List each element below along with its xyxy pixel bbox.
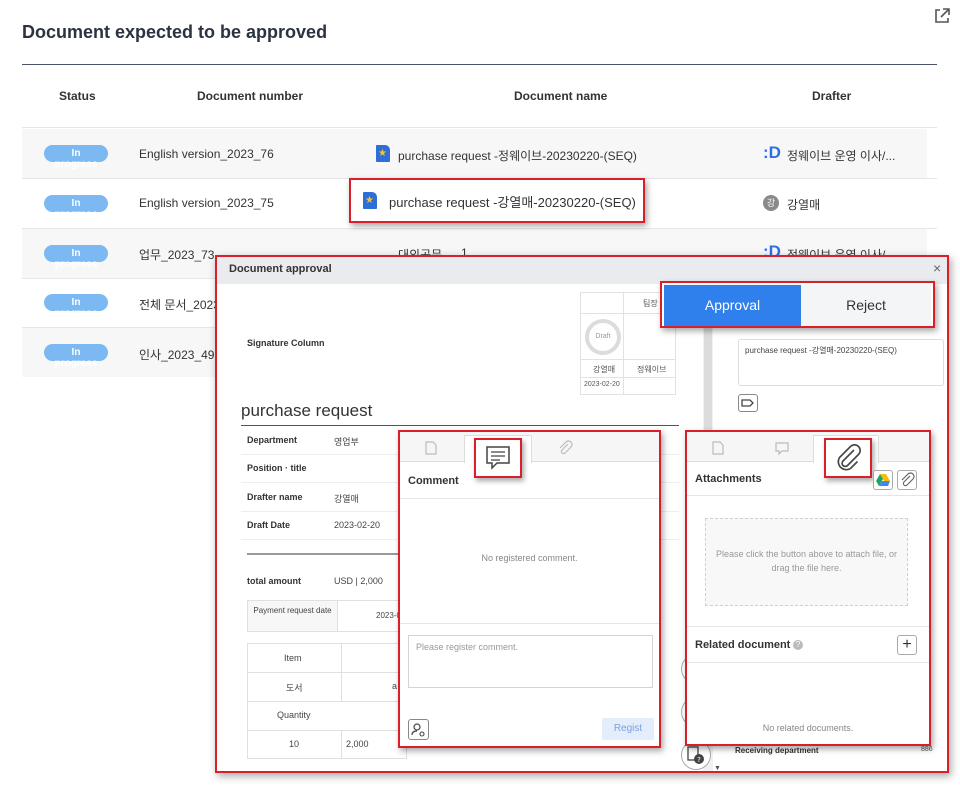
google-drive-button[interactable] [873, 470, 893, 490]
related-document-heading: Related document [695, 639, 791, 651]
document-number: 업무_2023_73 [139, 248, 215, 262]
receiving-department-value: 886 [921, 746, 933, 753]
external-link-icon[interactable] [932, 6, 952, 26]
field-label: Draft Date [247, 520, 291, 530]
status-badge: In progress [44, 294, 108, 319]
quantity-label: Quantity [277, 710, 311, 720]
document-number: English version_2023_75 [139, 196, 274, 210]
modal-title: Document approval [229, 263, 332, 275]
signer-name: 강열매 [593, 365, 616, 374]
comment-heading: Comment [408, 475, 459, 487]
avatar: 강 [763, 195, 779, 211]
field-label: Drafter name [247, 492, 303, 502]
approve-button[interactable]: Approval [664, 285, 801, 326]
status-badge: In progress [44, 245, 108, 270]
item-value: 도서 [286, 683, 303, 693]
status-badge: In progress [44, 195, 108, 220]
document-name-link[interactable]: purchase request -정웨이브-20230220-(SEQ) [398, 147, 637, 164]
comment-icon [486, 446, 510, 470]
document-name-field[interactable]: purchase request -강열매-20230220-(SEQ) [738, 339, 944, 386]
drafter-name: 강열매 [787, 198, 821, 212]
receiving-department-label: Receiving department [735, 746, 819, 755]
payment-date-table: Payment request date 2023-0 [247, 600, 407, 632]
comment-tab-icon[interactable] [773, 439, 791, 457]
close-icon[interactable]: × [933, 260, 941, 276]
help-icon[interactable]: ? [793, 640, 803, 650]
header-divider [22, 64, 937, 65]
field-value: 영업부 [334, 437, 359, 447]
related-empty-message: No related documents. [762, 723, 854, 733]
column-header-name[interactable]: Document name [514, 89, 607, 103]
document-name-link[interactable]: purchase request -강열매-20230220-(SEQ) [389, 192, 636, 211]
attachments-panel: Attachments Please click the button abov… [685, 430, 931, 746]
drafter-logo-icon: :D [763, 143, 781, 162]
header-bottom-line [22, 127, 937, 128]
mention-user-button[interactable] [408, 719, 429, 740]
total-amount-label: total amount [247, 576, 301, 586]
google-drive-icon [876, 474, 890, 486]
page-title: Document expected to be approved [22, 22, 328, 42]
signature-date: 2023-02-20 [584, 381, 620, 388]
svg-text:?: ? [697, 756, 701, 764]
paperclip-icon [837, 444, 861, 471]
attachments-heading: Attachments [695, 473, 762, 485]
comment-empty-message: No registered comment. [481, 553, 578, 563]
signer-name: 정웨이브 [637, 365, 667, 374]
item-value-partial: a [392, 681, 398, 691]
attachment-tab-highlight[interactable] [824, 438, 872, 478]
tag-icon [741, 399, 754, 407]
add-related-document-button[interactable]: + [897, 635, 917, 655]
paperclip-icon [901, 472, 915, 487]
status-badge: In progress [44, 145, 108, 170]
signature-header: 팀장 [643, 299, 658, 308]
payment-date-label: Payment request date [248, 601, 338, 631]
document-title: purchase request [241, 401, 373, 420]
document-icon [363, 192, 377, 209]
status-badge: In progress [44, 344, 108, 369]
reject-button[interactable]: Reject [801, 285, 931, 326]
paperclip-icon[interactable] [556, 439, 574, 457]
quantity-value: 10 [289, 739, 300, 749]
document-tab-icon[interactable] [709, 439, 727, 457]
document-tab-icon[interactable] [422, 439, 440, 457]
price-value: 2,000 [346, 739, 369, 749]
column-header-number[interactable]: Document number [197, 89, 303, 103]
comment-panel: Comment No registered comment. Please re… [398, 430, 661, 748]
field-label: Position · title [247, 463, 307, 473]
document-icon [376, 145, 390, 162]
dropdown-caret-icon[interactable]: ▼ [714, 765, 721, 771]
items-table: Item 도서 a Quantity 10 2,000 [247, 643, 407, 759]
approval-action-group: Approval Reject [660, 281, 935, 328]
item-label: Item [284, 653, 302, 663]
draft-stamp: Draft [585, 319, 621, 355]
highlighted-document-link[interactable]: purchase request -강열매-20230220-(SEQ) [349, 178, 645, 223]
user-mention-icon [411, 723, 425, 737]
column-header-drafter[interactable]: Drafter [812, 89, 851, 103]
comment-tab-highlight[interactable] [474, 438, 522, 478]
field-value: 강열매 [334, 494, 359, 504]
regist-button[interactable]: Regist [602, 718, 654, 740]
field-label: Department [247, 435, 298, 445]
tag-button[interactable] [738, 394, 758, 412]
comment-input[interactable]: Please register comment. [408, 635, 653, 688]
document-number: 인사_2023_49 [139, 348, 215, 362]
file-drop-zone[interactable]: Please click the button above to attach … [705, 518, 908, 606]
total-amount-value: USD | 2,000 [334, 576, 383, 586]
field-value: 2023-02-20 [334, 520, 381, 530]
attach-file-button[interactable] [897, 470, 917, 490]
signature-label: Signature Column [247, 338, 325, 348]
drafter-name: 정웨이브 운영 이사/... [787, 149, 896, 163]
column-header-status[interactable]: Status [59, 89, 96, 103]
document-number: 전체 문서_2023 [139, 298, 220, 312]
document-number: English version_2023_76 [139, 147, 274, 161]
